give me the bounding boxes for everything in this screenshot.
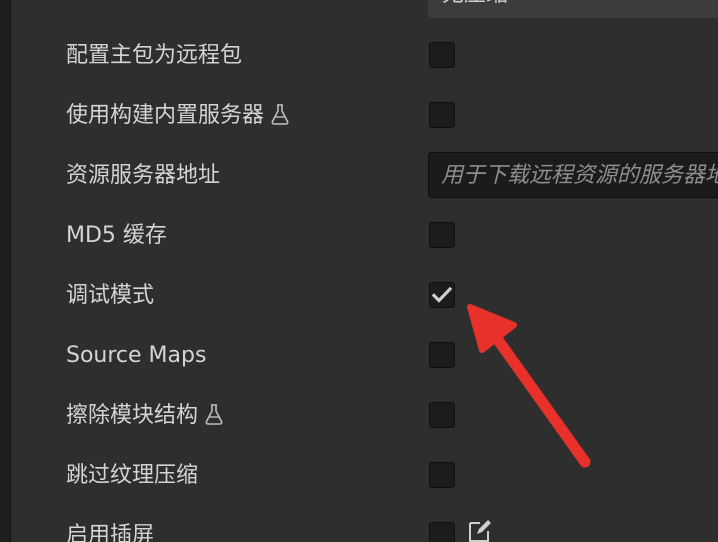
md5-cache-label: MD5 缓存 <box>66 223 167 248</box>
skip-texture-checkbox[interactable] <box>429 462 455 488</box>
source-maps-checkbox[interactable] <box>429 342 455 368</box>
checkmark-icon <box>432 286 452 303</box>
enable-plugin-checkbox[interactable] <box>429 522 455 542</box>
remote-main-label: 配置主包为远程包 <box>66 43 243 68</box>
erase-module-label-wrap: 擦除模块结构 <box>66 396 226 436</box>
row-remote-main: 配置主包为远程包 <box>0 36 718 76</box>
row-erase-module: 擦除模块结构 <box>0 396 718 436</box>
builtin-server-checkbox[interactable] <box>429 102 455 128</box>
flask-icon <box>202 402 226 426</box>
skip-texture-label: 跳过纹理压缩 <box>66 463 199 488</box>
source-maps-label: Source Maps <box>66 343 207 368</box>
row-main-compress: 主包压缩类型 无压缩 <box>0 0 718 40</box>
erase-module-label: 擦除模块结构 <box>66 403 199 428</box>
edit-icon[interactable] <box>467 518 493 542</box>
flask-icon <box>268 102 292 126</box>
debug-mode-label: 调试模式 <box>66 283 155 308</box>
row-debug-mode: 调试模式 <box>0 276 718 316</box>
erase-module-checkbox[interactable] <box>429 402 455 428</box>
resource-server-input[interactable] <box>428 152 718 198</box>
build-settings-panel: 主包压缩类型 无压缩 配置主包为远程包 使用构建内置服务器 资源服务器地址 MD… <box>0 0 718 542</box>
remote-main-checkbox[interactable] <box>429 42 455 68</box>
builtin-server-label-wrap: 使用构建内置服务器 <box>66 96 292 136</box>
resource-server-label: 资源服务器地址 <box>66 163 221 188</box>
row-source-maps: Source Maps <box>0 336 718 376</box>
main-compress-select[interactable]: 无压缩 <box>428 0 718 18</box>
md5-cache-checkbox[interactable] <box>429 222 455 248</box>
main-compress-label: 主包压缩类型 <box>66 0 198 12</box>
row-builtin-server: 使用构建内置服务器 <box>0 96 718 136</box>
row-skip-texture: 跳过纹理压缩 <box>0 456 718 496</box>
builtin-server-label: 使用构建内置服务器 <box>66 103 265 128</box>
row-resource-server: 资源服务器地址 <box>0 152 718 198</box>
row-md5-cache: MD5 缓存 <box>0 216 718 256</box>
enable-plugin-label: 启用插屏 <box>66 523 155 542</box>
row-enable-plugin: 启用插屏 <box>0 516 718 542</box>
debug-mode-checkbox[interactable] <box>429 282 455 308</box>
